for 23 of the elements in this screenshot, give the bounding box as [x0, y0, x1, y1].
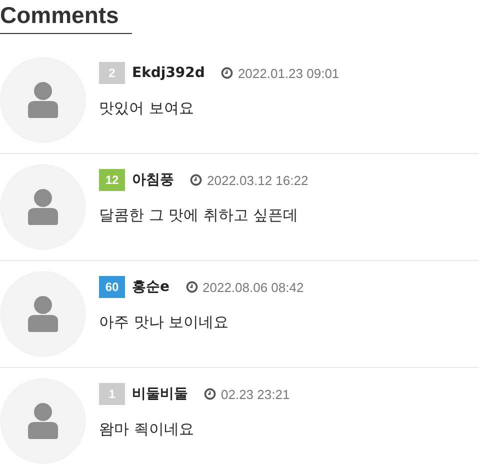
timestamp: 2022.03.12 16:22 — [207, 172, 308, 188]
level-badge: 60 — [99, 276, 125, 298]
author-name[interactable]: 비둘비둘 — [132, 385, 188, 403]
timestamp: 2022.08.06 08:42 — [202, 280, 304, 294]
timestamp: 2022.01.23 09:01 — [238, 66, 340, 80]
section-title: Comments — [0, 0, 132, 34]
author-name[interactable]: 홍순e — [132, 278, 170, 296]
clock-icon — [190, 174, 202, 186]
author-name[interactable]: 아침풍 — [132, 171, 174, 189]
comment-text: 맛있어 보여요 — [99, 99, 195, 118]
clock-icon — [186, 281, 198, 293]
level-badge: 12 — [99, 169, 125, 191]
comment-text: 아주 맛나 보이네요 — [99, 313, 230, 332]
user-icon — [28, 82, 58, 118]
clock-icon — [204, 388, 216, 400]
user-icon — [28, 403, 58, 439]
user-icon — [28, 296, 58, 332]
comment-text: 달콤한 그 맛에 취하고 싶픈데 — [99, 206, 300, 225]
author-name[interactable]: Ekdj392d — [132, 65, 205, 81]
clock-icon — [220, 67, 233, 79]
timestamp: 02.23 23:21 — [221, 386, 290, 402]
user-icon — [28, 189, 58, 225]
comment-text: 왐마 죅이네요 — [99, 420, 195, 439]
